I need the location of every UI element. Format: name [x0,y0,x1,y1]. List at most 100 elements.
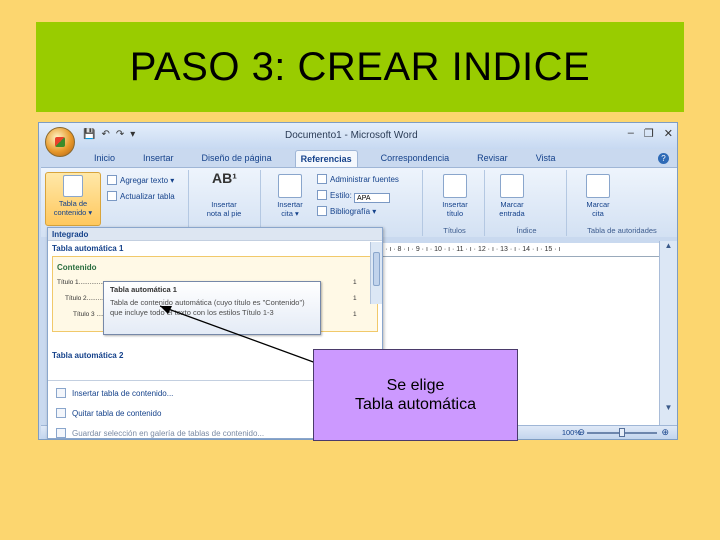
marcar-cita-button[interactable]: Marcar cita [575,174,621,218]
mark-citation-icon [586,174,610,198]
window-controls: – ❐ ✕ [628,127,673,140]
scroll-up-icon[interactable]: ▲ [660,241,677,253]
remove-toc-icon [56,408,66,418]
preview-page-2: 1 [353,295,357,302]
save-icon[interactable]: 💾 [83,129,95,140]
ribbon-tabs: Inicio Insertar Diseño de página Referen… [79,149,561,167]
gallery-item-2-title[interactable]: Tabla automática 2 [48,348,127,363]
tabla-contenido-button[interactable]: Tabla de contenido ▾ [45,172,101,226]
tab-revisar[interactable]: Revisar [472,150,513,166]
minimize-icon[interactable]: – [628,127,634,140]
preview-line-2: Título 2.......... [65,295,105,302]
marcar-entrada-label-1: Marcar [500,200,524,209]
help-icon[interactable]: ? [658,153,669,164]
marcar-cita-label-1: Marcar [586,200,610,209]
bibliografia-label: Bibliografía ▾ [330,207,377,216]
quitar-tabla-contenido-command[interactable]: Quitar tabla de contenido [56,408,161,418]
zoom-slider-thumb[interactable] [619,428,625,437]
tab-referencias[interactable]: Referencias [294,149,358,167]
citation-icon [278,174,302,198]
insertar-nota-label-2: nota al pie [206,209,242,218]
tooltip-body: Tabla de contenido automática (cuyo títu… [110,298,305,317]
bibliografia-button[interactable]: Bibliografía ▾ [317,206,376,216]
insert-toc-icon [56,388,66,398]
agregar-texto-label: Agregar texto ▾ [120,176,175,185]
customize-icon[interactable]: ▾ [130,129,135,140]
window-title: Documento1 - Microsoft Word [285,130,418,141]
scroll-down-icon[interactable]: ▼ [660,403,677,415]
estilo-selector[interactable]: Estilo: APA [317,190,391,203]
indice-group-label: Índice [516,226,537,235]
quick-access-toolbar: 💾 ↶ ↷ ▾ [83,129,135,140]
slide-title: PASO 3: CREAR INDICE [129,44,591,89]
insertar-nota-button[interactable]: AB¹ Insertar nota al pie [201,170,247,218]
administrar-fuentes-button[interactable]: Administrar fuentes [317,174,399,184]
preview-heading: Contenido [57,263,97,272]
preview-page-1: 1 [353,279,357,286]
redo-icon[interactable]: ↷ [116,129,124,140]
actualizar-tabla-button[interactable]: Actualizar tabla [107,191,175,201]
zoom-in-icon[interactable]: ⊕ [661,427,669,438]
add-text-icon [107,175,117,185]
quitar-tabla-label: Quitar tabla de contenido [72,409,162,418]
table-of-contents-icon [63,175,83,197]
tab-correspondencia[interactable]: Correspondencia [376,150,455,166]
insertar-cita-label-1: Insertar [277,200,303,209]
insertar-titulo-label-1: Insertar [442,200,468,209]
gallery-item-1-title[interactable]: Tabla automática 1 [48,241,382,256]
marcar-cita-label-2: cita [592,209,604,218]
estilo-dropdown[interactable]: APA [354,193,391,203]
tab-diseno-pagina[interactable]: Diseño de página [197,150,277,166]
guardar-seleccion-command: Guardar selección en galería de tablas d… [56,428,264,438]
title-bar: 💾 ↶ ↷ ▾ Documento1 - Microsoft Word – ❐ … [39,123,677,149]
marcar-entrada-label-2: entrada [499,209,525,218]
agregar-texto-button[interactable]: Agregar texto ▾ [107,175,174,185]
titulos-group-label: Títulos [443,226,466,235]
group-indice: Marcar entrada Índice [487,170,567,236]
bibliography-icon [317,206,327,216]
refresh-icon [107,191,117,201]
mark-entry-icon [500,174,524,198]
callout-line-2: Tabla automática [355,396,476,413]
tab-vista[interactable]: Vista [531,150,561,166]
gallery-scrollbar[interactable] [370,242,382,304]
style-icon [317,190,327,200]
callout-line-1: Se elige [386,377,445,394]
marcar-entrada-button[interactable]: Marcar entrada [489,174,535,218]
tab-inicio[interactable]: Inicio [89,150,120,166]
office-button[interactable] [45,127,75,157]
tabla-contenido-label-1: Tabla de [58,199,88,208]
preview-line-1: Título 1.............. [57,279,104,286]
vertical-scrollbar[interactable]: ▲ ▼ [659,241,677,431]
insertar-titulo-label-2: título [446,209,464,218]
gallery-scroll-thumb[interactable] [373,252,380,286]
close-icon[interactable]: ✕ [664,127,673,140]
actualizar-tabla-label: Actualizar tabla [120,192,175,201]
group-autoridades: Marcar cita Tabla de autoridades [569,170,675,236]
slide-title-banner: PASO 3: CREAR INDICE [36,22,684,112]
group-titulos: Insertar título Títulos [425,170,485,236]
tooltip-title: Tabla automática 1 [110,285,177,294]
insertar-nota-label-1: Insertar [211,200,237,209]
undo-icon[interactable]: ↶ [101,129,109,140]
autoridades-group-label: Tabla de autoridades [587,226,657,235]
insertar-titulo-button[interactable]: Insertar título [432,174,478,218]
tab-insertar[interactable]: Insertar [138,150,179,166]
insertar-tabla-contenido-command[interactable]: Insertar tabla de contenido... [56,388,173,398]
gallery-section-header: Integrado [48,228,382,241]
footnote-ab-icon: AB¹ [212,170,237,186]
manage-sources-icon [317,174,327,184]
estilo-label: Estilo: [330,191,352,200]
save-selection-icon [56,428,66,438]
caption-icon [443,174,467,198]
gallery-tooltip: Tabla automática 1 Tabla de contenido au… [103,281,321,335]
insertar-tabla-label: Insertar tabla de contenido... [72,389,174,398]
restore-icon[interactable]: ❐ [644,127,654,140]
insertar-cita-button[interactable]: Insertar cita ▾ [267,174,313,218]
guardar-seleccion-label: Guardar selección en galería de tablas d… [72,429,265,438]
insertar-cita-label-2: cita ▾ [281,209,299,218]
horizontal-ruler: · 7 · ı · 8 · ı · 9 · ı · 10 · ı · 11 · … [371,243,659,257]
zoom-out-icon[interactable]: ⊖ [577,427,585,438]
administrar-fuentes-label: Administrar fuentes [330,175,399,184]
preview-page-3: 1 [353,311,357,318]
